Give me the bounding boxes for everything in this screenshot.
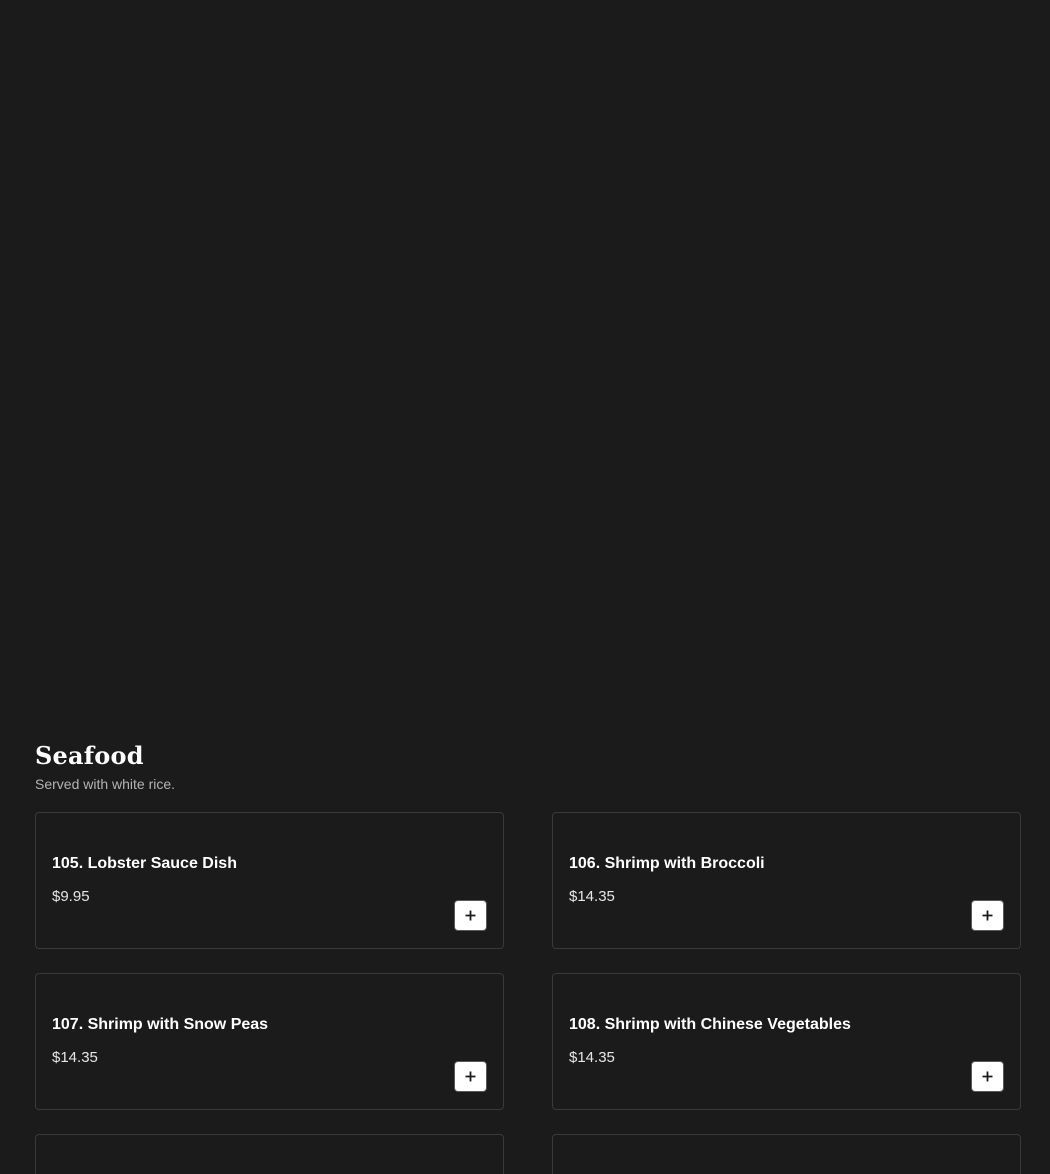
add-to-cart-button[interactable] bbox=[971, 900, 1004, 931]
add-to-cart-button[interactable] bbox=[971, 1061, 1004, 1092]
plus-icon bbox=[465, 1071, 476, 1082]
item-name: 106. Shrimp with Broccoli bbox=[569, 855, 765, 872]
header-banner-area bbox=[0, 0, 1050, 700]
menu-item-card[interactable]: 105. Lobster Sauce Dish $9.95 bbox=[35, 812, 504, 949]
item-name: 105. Lobster Sauce Dish bbox=[52, 855, 237, 872]
item-price: $9.95 bbox=[52, 888, 90, 905]
menu-item-card[interactable]: 107. Shrimp with Snow Peas $14.35 bbox=[35, 973, 504, 1110]
menu-item-card-partial[interactable] bbox=[35, 1134, 504, 1174]
menu-item-card[interactable]: 108. Shrimp with Chinese Vegetables $14.… bbox=[552, 973, 1021, 1110]
item-name: 107. Shrimp with Snow Peas bbox=[52, 1016, 269, 1033]
add-to-cart-button[interactable] bbox=[454, 900, 487, 931]
plus-icon bbox=[465, 910, 476, 921]
add-to-cart-button[interactable] bbox=[454, 1061, 487, 1092]
section-description: Served with white rice. bbox=[35, 776, 176, 792]
section-title: Seafood bbox=[35, 741, 144, 770]
menu-section-header: Seafood Served with white rice. bbox=[35, 738, 1021, 794]
plus-icon bbox=[982, 910, 993, 921]
item-price: $14.35 bbox=[569, 1049, 615, 1066]
item-price: $14.35 bbox=[569, 888, 615, 905]
item-price: $14.35 bbox=[52, 1049, 98, 1066]
menu-item-card[interactable]: 106. Shrimp with Broccoli $14.35 bbox=[552, 812, 1021, 949]
menu-items-grid: 105. Lobster Sauce Dish $9.95 106. Shrim… bbox=[35, 812, 1021, 1174]
plus-icon bbox=[982, 1071, 993, 1082]
item-name: 108. Shrimp with Chinese Vegetables bbox=[569, 1016, 851, 1033]
menu-item-card-partial[interactable] bbox=[552, 1134, 1021, 1174]
